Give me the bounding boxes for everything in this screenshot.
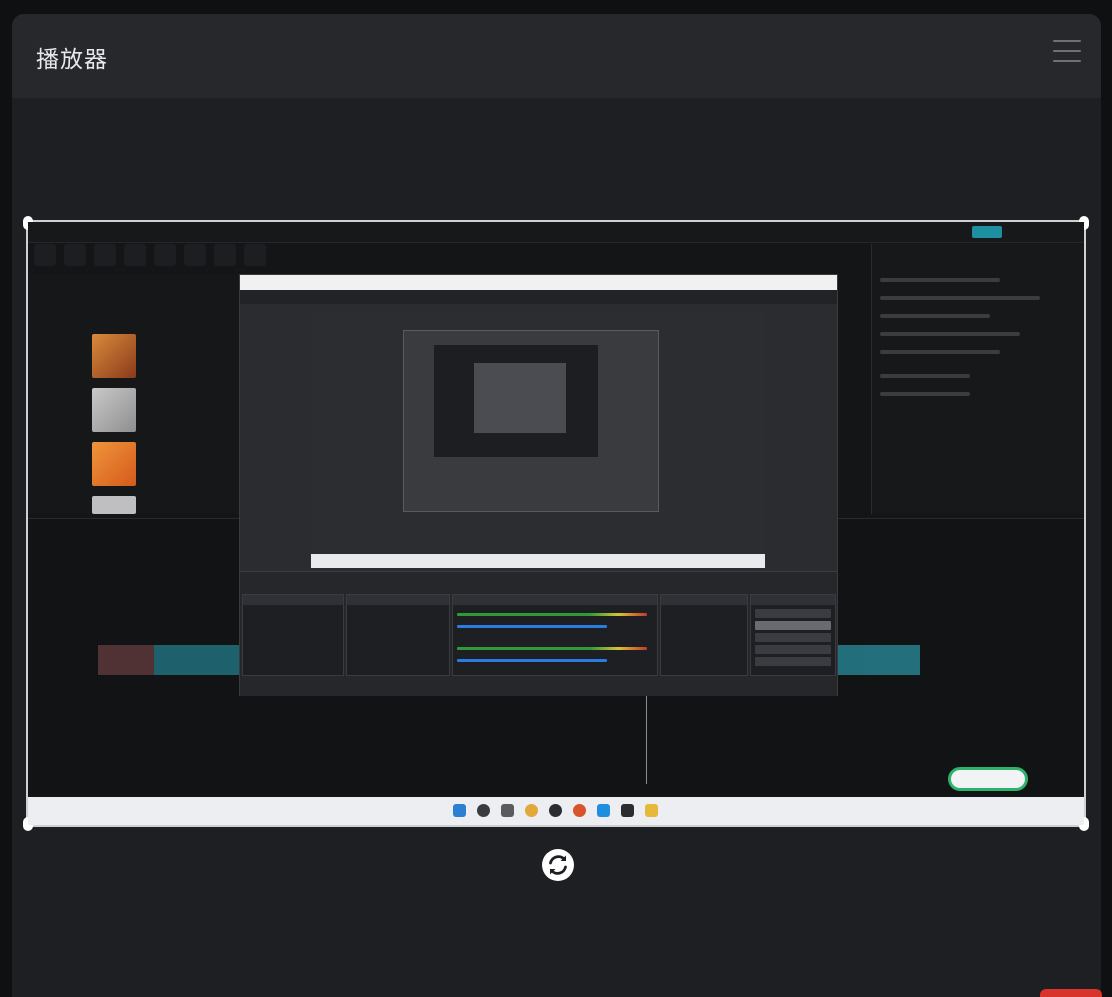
panel-header: 播放器 [12,14,1101,98]
video-frame-recording-badge [948,767,1028,791]
hamburger-menu-icon[interactable] [1053,40,1081,68]
video-frame-recorder-titlebar [240,275,837,290]
refresh-icon[interactable] [541,848,575,882]
video-frame-taskbar [28,797,1084,825]
video-frame-playhead [646,692,647,784]
video-frame-export-chip [972,226,1002,238]
video-player[interactable] [23,216,1089,831]
video-frame-recorder-preview [311,310,765,568]
video-frame-recorder-window [239,274,838,696]
page-title: 播放器 [36,46,108,72]
video-frame-recorder-menubar [240,290,837,304]
video-frame-editor-topbar [28,222,1084,243]
video-frame-toolrow [30,244,280,272]
video-frame-properties-panel [871,244,1084,514]
corner-red-tab[interactable] [1040,989,1102,997]
video-frame-recorder-docks [240,571,837,696]
